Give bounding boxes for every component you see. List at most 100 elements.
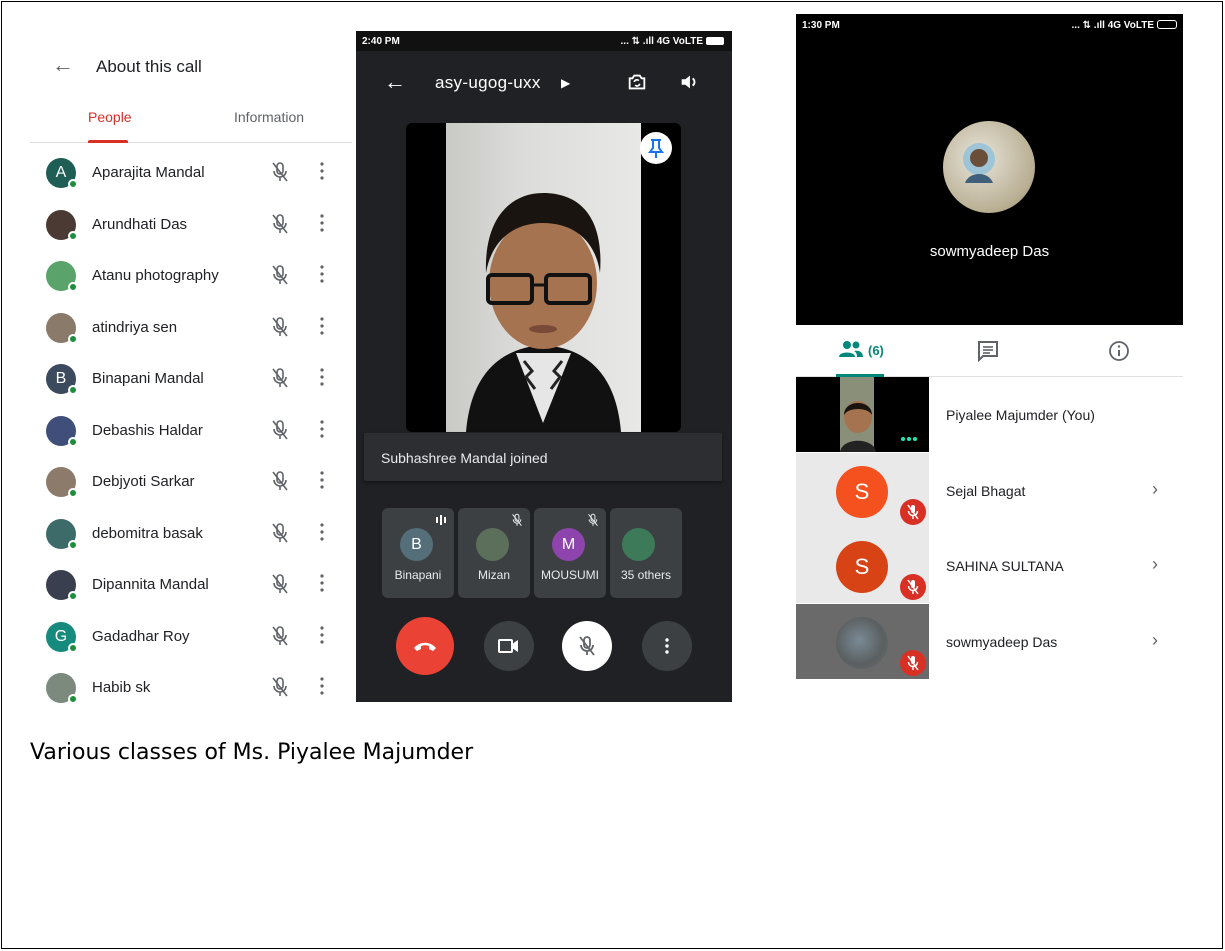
participant-tile[interactable]: 35 others — [610, 508, 682, 598]
more-vert-icon[interactable] — [320, 522, 324, 541]
online-indicator — [68, 333, 78, 344]
more-vert-icon[interactable] — [320, 368, 324, 386]
chevron-right-icon[interactable]: › — [1152, 630, 1158, 651]
participant-list: Piyalee Majumder (You) S Sejal Bhagat › S SAH… — [796, 377, 1183, 679]
participant-tile[interactable]: M MOUSUMI — [534, 508, 606, 598]
person-row[interactable]: debomitra basak — [30, 509, 352, 561]
tile-label: Mizan — [477, 568, 510, 582]
online-indicator — [68, 488, 78, 498]
featured-participant-area: 1:30 PM ... ⇅ .ıll 4G VoLTE sowmyadeep D… — [796, 14, 1183, 325]
mic-off-icon[interactable] — [270, 573, 290, 595]
mic-off-icon[interactable] — [270, 419, 290, 441]
participant-avatar: S — [836, 465, 888, 518]
online-indicator — [68, 179, 78, 189]
mic-off-icon[interactable] — [270, 625, 290, 647]
participant-row[interactable]: sowmyadeep Das › — [796, 603, 1183, 680]
person-row[interactable]: Debjyoti Sarkar — [30, 457, 352, 509]
more-options-button[interactable] — [642, 621, 692, 671]
mic-off-icon[interactable] — [270, 367, 290, 389]
more-vert-icon[interactable] — [320, 162, 324, 180]
more-vert-icon[interactable] — [320, 419, 324, 438]
featured-name: sowmyadeep Das — [929, 243, 1050, 260]
avatar-initial: G — [54, 627, 68, 645]
mic-off-icon[interactable] — [270, 316, 290, 338]
participants-tabs: (6) — [796, 325, 1183, 377]
camera-toggle-button[interactable] — [484, 621, 534, 671]
status-signal: ... ⇅ .ıll 4G VoLTE — [1072, 20, 1177, 31]
person-name: Atanu photography — [92, 267, 219, 284]
mic-off-icon[interactable] — [270, 213, 290, 235]
more-vert-icon[interactable] — [320, 471, 324, 489]
tab-people[interactable]: People — [88, 109, 132, 125]
mic-off-icon — [900, 649, 926, 676]
person-row[interactable]: Atanu photography — [30, 251, 352, 303]
back-arrow-icon[interactable]: ← — [384, 69, 406, 95]
chevron-right-icon[interactable]: › — [1152, 479, 1158, 500]
switch-camera-icon[interactable] — [626, 71, 648, 93]
avatar — [46, 673, 78, 704]
info-icon[interactable] — [1108, 340, 1130, 362]
mic-off-icon[interactable] — [270, 161, 290, 183]
avatar — [46, 261, 78, 292]
person-row[interactable]: B Binapani Mandal — [30, 354, 352, 406]
online-indicator — [68, 282, 78, 292]
participant-tile[interactable]: Mizan — [458, 508, 530, 598]
more-vert-icon[interactable] — [320, 316, 324, 335]
more-vert-icon[interactable] — [320, 213, 324, 232]
person-row[interactable]: G Gadadhar Roy — [30, 612, 352, 664]
mic-off-icon — [586, 513, 600, 527]
person-name: Aparajita Mandal — [92, 164, 205, 181]
more-vert-icon[interactable] — [320, 677, 324, 695]
mic-off-icon[interactable] — [270, 470, 290, 492]
person-row[interactable]: atindriya sen — [30, 303, 352, 355]
person-row[interactable]: Debashis Haldar — [30, 406, 352, 458]
mic-off-icon[interactable] — [270, 522, 290, 544]
tile-avatar: B — [400, 528, 433, 561]
participant-name: SAHINA SULTANA — [946, 558, 1064, 574]
person-row[interactable]: Arundhati Das — [30, 200, 352, 252]
more-vert-icon[interactable] — [320, 574, 324, 592]
meeting-code[interactable]: asy-ugog-uxx — [435, 73, 541, 93]
chevron-right-icon[interactable]: › — [1152, 554, 1158, 575]
avatar — [46, 467, 78, 498]
meet-call-screen: 2:40 PM ... ⇅ .ıll 4G VoLTE ← asy-ugog-u… — [356, 31, 732, 702]
person-row[interactable]: Habib sk — [30, 663, 352, 715]
person-row[interactable]: Dipannita Mandal — [30, 560, 352, 612]
join-notification-text: Subhashree Mandal joined — [381, 450, 548, 466]
mic-off-icon — [579, 636, 595, 656]
person-row[interactable]: A Aparajita Mandal — [30, 148, 352, 200]
participant-avatar — [836, 616, 888, 669]
participant-tile[interactable]: B Binapani — [382, 508, 454, 598]
tile-label: 35 others — [620, 568, 672, 582]
participant-thumbnail — [796, 603, 929, 679]
people-list: A Aparajita Mandal Arundhati Das Atanu phot… — [30, 148, 352, 715]
about-call-panel: ← About this call People Information A Ap… — [30, 40, 352, 705]
microphone-toggle-button[interactable] — [562, 621, 612, 671]
participant-name: sowmyadeep Das — [946, 633, 1058, 650]
participant-thumbnail: S — [796, 528, 929, 603]
chat-icon[interactable] — [977, 340, 999, 362]
mic-off-icon[interactable] — [270, 264, 290, 286]
back-arrow-icon[interactable]: ← — [52, 54, 74, 76]
participant-row[interactable]: S Sejal Bhagat › — [796, 452, 1183, 529]
person-name: Habib sk — [92, 679, 151, 696]
mic-off-icon[interactable] — [270, 676, 290, 698]
speaker-icon[interactable] — [678, 71, 700, 93]
meeting-details-arrow-icon[interactable]: ▶ — [561, 76, 570, 90]
participant-row[interactable]: S SAHINA SULTANA › — [796, 528, 1183, 604]
tile-avatar-initial: M — [561, 536, 576, 553]
people-icon[interactable] — [838, 339, 864, 359]
main-video[interactable] — [406, 123, 681, 432]
about-call-header: ← About this call — [30, 52, 352, 82]
participant-row[interactable]: Piyalee Majumder (You) — [796, 377, 1183, 453]
tab-information[interactable]: Information — [234, 109, 304, 125]
avatar: G — [46, 621, 78, 653]
tile-avatar-initial: B — [411, 536, 422, 553]
avatar — [46, 209, 78, 241]
online-indicator — [68, 539, 78, 550]
more-vert-icon[interactable] — [320, 625, 324, 644]
participant-thumbnail — [796, 377, 929, 452]
end-call-button[interactable] — [396, 617, 454, 675]
more-vert-icon[interactable] — [320, 265, 324, 283]
pin-icon[interactable] — [640, 132, 672, 164]
